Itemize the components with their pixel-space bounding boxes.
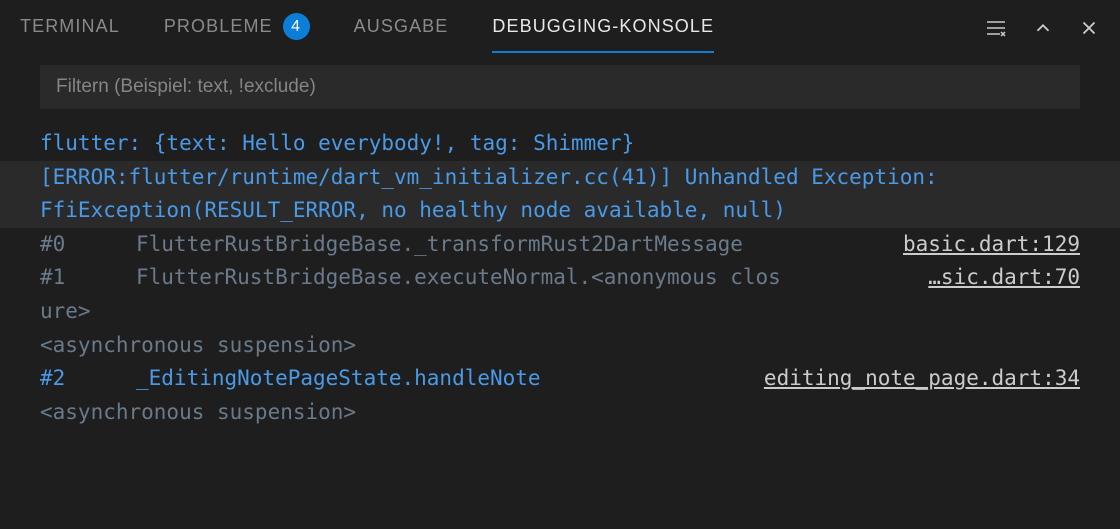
- tab-ausgabe[interactable]: AUSGABE: [354, 2, 449, 53]
- tab-probleme-label: PROBLEME: [164, 16, 273, 37]
- log-line: flutter: {text: Hello everybody!, tag: S…: [40, 127, 1080, 161]
- tab-terminal-label: TERMINAL: [20, 16, 120, 37]
- error-line: FfiException(RESULT_ERROR, no healthy no…: [40, 194, 1080, 228]
- panel-tabs-bar: TERMINAL PROBLEME 4 AUSGABE DEBUGGING-KO…: [0, 0, 1120, 55]
- frame-location-link[interactable]: …sic.dart:70: [928, 261, 1080, 295]
- frame-number: #2: [40, 362, 136, 396]
- tabs-left: TERMINAL PROBLEME 4 AUSGABE DEBUGGING-KO…: [20, 0, 714, 56]
- filter-input[interactable]: [40, 65, 1080, 109]
- tabs-right: [984, 16, 1100, 40]
- frame-method: FlutterRustBridgeBase._transformRust2Dar…: [136, 228, 743, 262]
- collapse-panel-icon[interactable]: [1032, 17, 1054, 39]
- frame-location-link[interactable]: editing_note_page.dart:34: [764, 362, 1080, 396]
- tab-ausgabe-label: AUSGABE: [354, 16, 449, 37]
- frame-method: FlutterRustBridgeBase.executeNormal.<ano…: [136, 261, 781, 295]
- tab-probleme[interactable]: PROBLEME 4: [164, 0, 310, 56]
- tab-debugging-konsole[interactable]: DEBUGGING-KONSOLE: [492, 2, 714, 53]
- tab-debugging-konsole-label: DEBUGGING-KONSOLE: [492, 16, 714, 37]
- tab-terminal[interactable]: TERMINAL: [20, 2, 120, 53]
- console-output: flutter: {text: Hello everybody!, tag: S…: [0, 127, 1120, 429]
- frame-method-continuation: ure>: [40, 295, 1080, 329]
- close-panel-icon[interactable]: [1078, 17, 1100, 39]
- frame-number: #0: [40, 228, 136, 262]
- frame-location-link[interactable]: basic.dart:129: [903, 228, 1080, 262]
- stack-frame: #2 _EditingNotePageState.handleNote edit…: [40, 362, 1080, 396]
- frame-number: #1: [40, 261, 136, 295]
- error-block: [ERROR:flutter/runtime/dart_vm_initializ…: [0, 161, 1120, 228]
- stack-frame: #0 FlutterRustBridgeBase._transformRust2…: [40, 228, 1080, 262]
- async-suspension: <asynchronous suspension>: [40, 396, 1080, 430]
- probleme-badge: 4: [283, 13, 310, 40]
- async-suspension: <asynchronous suspension>: [40, 329, 1080, 363]
- clear-console-icon[interactable]: [984, 16, 1008, 40]
- error-line: [ERROR:flutter/runtime/dart_vm_initializ…: [40, 161, 1080, 195]
- frame-method: _EditingNotePageState.handleNote: [136, 362, 541, 396]
- stack-frame: #1 FlutterRustBridgeBase.executeNormal.<…: [40, 261, 1080, 295]
